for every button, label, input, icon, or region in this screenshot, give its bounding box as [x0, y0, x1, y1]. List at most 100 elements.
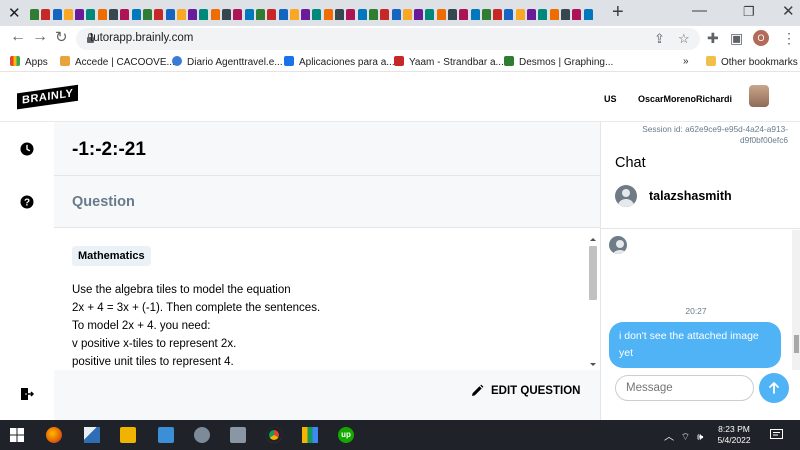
tab-favicon-icon[interactable] [447, 8, 457, 20]
tab-favicon-icon[interactable] [572, 8, 582, 20]
system-clock[interactable]: 8:23 PM 5/4/2022 [716, 424, 752, 446]
upwork-icon[interactable]: up [338, 427, 354, 443]
tab-favicon-icon[interactable] [289, 8, 299, 20]
tab-favicon-icon[interactable] [436, 8, 446, 20]
tab-favicon-icon[interactable] [560, 8, 570, 20]
rail-exit[interactable] [0, 376, 54, 412]
tab-favicon-icon[interactable] [210, 8, 220, 20]
tab-favicon-icon[interactable] [63, 8, 73, 20]
tab-favicon-icon[interactable] [278, 8, 288, 20]
message-input[interactable] [615, 375, 754, 401]
app-icon[interactable] [302, 427, 318, 443]
tab-favicon-icon[interactable] [30, 8, 39, 20]
tab-favicon-icon[interactable] [109, 8, 119, 20]
menu-kebab-icon[interactable]: ⋮ [782, 30, 796, 47]
question-body[interactable]: Mathematics Use the algebra tiles to mod… [54, 228, 600, 370]
scroll-down-arrow-icon[interactable] [590, 363, 596, 366]
tab-favicon-icon[interactable] [346, 8, 356, 20]
tab-favicon-icon[interactable] [75, 8, 85, 20]
profile-avatar[interactable]: O [753, 30, 769, 46]
brainly-logo[interactable]: BRAINLY [17, 84, 79, 110]
bookmark-desmos[interactable]: Desmos | Graphing... [504, 56, 613, 68]
tab-favicon-icon[interactable] [380, 8, 390, 20]
close-window-icon[interactable]: ✕ [782, 2, 795, 20]
tab-favicon-icon[interactable] [131, 8, 141, 20]
tab-favicon-icon[interactable] [52, 8, 62, 20]
calculator-icon[interactable] [230, 427, 246, 443]
forward-icon[interactable]: → [32, 28, 48, 46]
reload-icon[interactable]: ↻ [55, 28, 68, 46]
tab-favicon-icon[interactable] [86, 8, 96, 20]
bookmark-yaam[interactable]: Yaam - Strandbar a... [394, 56, 504, 68]
tab-favicon-icon[interactable] [538, 8, 548, 20]
new-tab-button[interactable]: + [612, 1, 624, 24]
bookmark-aplicaciones[interactable]: Aplicaciones para a... [284, 56, 395, 68]
windows-start-icon[interactable] [10, 428, 24, 442]
send-button[interactable] [759, 373, 789, 403]
chevron-up-icon[interactable]: ︿ [664, 432, 674, 443]
tab-favicon-icon[interactable] [481, 8, 491, 20]
tab-favicon-icon[interactable] [527, 8, 537, 20]
tab-favicon-icon[interactable] [493, 8, 503, 20]
tutor-avatar[interactable] [749, 85, 769, 107]
network-icon[interactable]: ⌔ [681, 432, 690, 443]
more-bookmarks-button[interactable]: » [683, 56, 689, 67]
tab-favicon-icon[interactable] [414, 8, 424, 20]
tab-favicon-icon[interactable] [222, 8, 232, 20]
tab-favicon-icon[interactable] [233, 8, 243, 20]
app-icon[interactable] [84, 427, 100, 443]
tab-favicon-icon[interactable] [459, 8, 469, 20]
notifications-icon[interactable] [770, 429, 783, 441]
app-icon[interactable] [194, 427, 210, 443]
tab-favicon-icon[interactable] [142, 8, 152, 20]
media-player-icon[interactable] [120, 427, 136, 443]
rail-timer[interactable] [0, 122, 54, 176]
tab-favicon-icon[interactable] [176, 8, 186, 20]
app-icon[interactable] [158, 427, 174, 443]
tab-favicon-icon[interactable] [97, 8, 107, 20]
tab-favicon-icon[interactable] [154, 8, 164, 20]
tab-favicon-icon[interactable] [120, 8, 130, 20]
tab-favicon-icon[interactable] [368, 8, 378, 20]
bookmark-star-icon[interactable]: ☆ [678, 31, 690, 47]
tutor-username[interactable]: OscarMorenoRichardi [638, 94, 732, 104]
share-icon[interactable]: ⇪ [654, 31, 665, 47]
bookmark-diario[interactable]: Diario Agenttravel.e... [172, 56, 283, 68]
tab-favicon-icon[interactable] [583, 8, 593, 20]
tab-favicon-icon[interactable] [312, 8, 322, 20]
tab-favicon-icon[interactable] [165, 8, 175, 20]
tab-favicon-icon[interactable] [335, 8, 345, 20]
extensions-puzzle-icon[interactable]: ✚ [707, 30, 719, 47]
volume-icon[interactable]: 🕪 [697, 432, 703, 443]
edit-question-button[interactable]: EDIT QUESTION [470, 384, 580, 398]
scroll-up-arrow-icon[interactable] [590, 238, 596, 241]
other-bookmarks-folder[interactable]: Other bookmarks [706, 56, 798, 68]
tab-favicon-icon[interactable] [41, 8, 51, 20]
tab-favicon-icon[interactable] [425, 8, 435, 20]
side-panel-icon[interactable]: ▣ [730, 30, 743, 47]
tab-favicon-icon[interactable] [255, 8, 265, 20]
back-icon[interactable]: ← [10, 28, 26, 46]
address-bar[interactable]: tutorapp.brainly.com ⇪ ☆ [76, 28, 700, 50]
rail-question[interactable]: ? [0, 176, 54, 228]
minimize-window-icon[interactable]: — [692, 2, 707, 19]
tab-favicon-icon[interactable] [391, 8, 401, 20]
tab-favicon-icon[interactable] [199, 8, 209, 20]
question-scroll-thumb[interactable] [589, 246, 597, 300]
firefox-icon[interactable] [46, 427, 62, 443]
chat-scroll-thumb[interactable] [794, 335, 799, 353]
tab-favicon-icon[interactable] [267, 8, 277, 20]
tab-favicon-icon[interactable] [357, 8, 367, 20]
tab-favicon-icon[interactable] [470, 8, 480, 20]
tab-favicon-icon[interactable] [402, 8, 412, 20]
tab-favicon-icon[interactable] [244, 8, 254, 20]
bookmark-apps[interactable]: Apps [10, 56, 48, 68]
tab-favicon-icon[interactable] [549, 8, 559, 20]
chrome-icon[interactable] [266, 427, 282, 443]
tab-favicon-icon[interactable] [188, 8, 198, 20]
tab-favicon-icon[interactable] [515, 8, 525, 20]
pinned-tab-favicons[interactable] [30, 6, 605, 20]
tab-favicon-icon[interactable] [323, 8, 333, 20]
tab-favicon-icon[interactable] [504, 8, 514, 20]
close-tab-icon[interactable]: ✕ [8, 4, 21, 22]
